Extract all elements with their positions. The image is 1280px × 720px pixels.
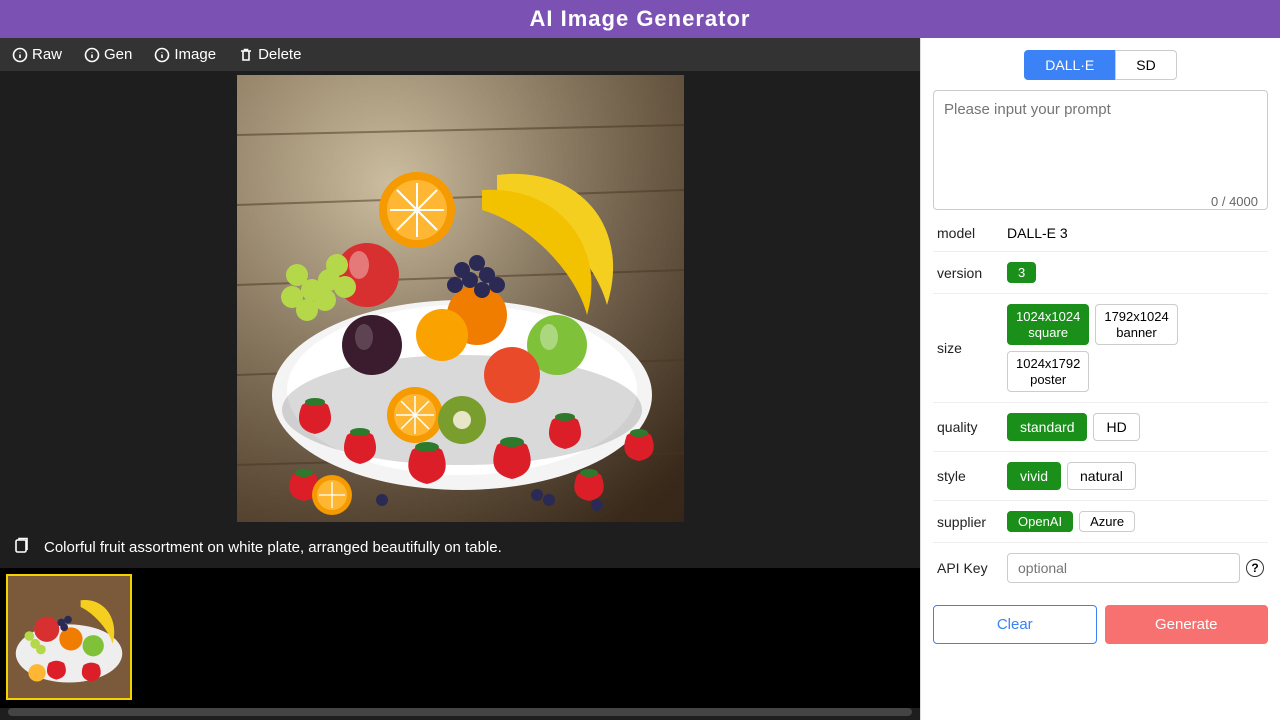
horizontal-scrollbar[interactable] [8,708,912,716]
image-toolbar: Raw Gen Image Delete [0,38,920,71]
supplier-azure[interactable]: Azure [1079,511,1135,532]
size-label: size [937,340,1007,356]
tab-sd[interactable]: SD [1115,50,1176,80]
caption-bar: Colorful fruit assortment on white plate… [0,526,920,568]
info-icon [84,47,100,63]
raw-label: Raw [32,46,62,63]
quality-label: quality [937,419,1007,435]
generate-button[interactable]: Generate [1105,605,1269,644]
generated-image[interactable] [237,75,684,522]
tab-dalle[interactable]: DALL·E [1024,50,1115,80]
image-label: Image [174,46,216,63]
size-option-square[interactable]: 1024x1024square [1007,304,1089,345]
prompt-input[interactable] [933,90,1268,210]
supplier-label: supplier [937,514,1007,530]
delete-button[interactable]: Delete [238,46,301,63]
image-button[interactable]: Image [154,46,216,63]
version-chip[interactable]: 3 [1007,262,1036,283]
thumbnail-1[interactable] [6,574,132,700]
gen-button[interactable]: Gen [84,46,132,63]
copy-icon [12,536,30,554]
trash-icon [238,47,254,63]
version-label: version [937,265,1007,281]
raw-button[interactable]: Raw [12,46,62,63]
thumbnail-strip [0,568,920,708]
style-vivid[interactable]: vivid [1007,462,1061,490]
size-option-poster[interactable]: 1024x1792poster [1007,351,1089,392]
style-natural[interactable]: natural [1067,462,1136,490]
char-count: 0 / 4000 [1211,194,1258,209]
info-icon [12,47,28,63]
copy-button[interactable] [12,536,30,558]
delete-label: Delete [258,46,301,63]
style-label: style [937,468,1007,484]
clear-button[interactable]: Clear [933,605,1097,644]
caption-text: Colorful fruit assortment on white plate… [44,539,502,556]
quality-hd[interactable]: HD [1093,413,1139,441]
model-value: DALL-E 3 [1007,225,1264,241]
quality-standard[interactable]: standard [1007,413,1087,441]
supplier-openai[interactable]: OpenAI [1007,511,1073,532]
left-panel: Raw Gen Image Delete [0,38,920,720]
settings-panel: DALL·E SD 0 / 4000 model DALL-E 3 versio… [920,38,1280,720]
app-header: AI Image Generator [0,0,1280,38]
apikey-input[interactable] [1007,553,1240,583]
apikey-label: API Key [937,560,1007,576]
size-option-banner[interactable]: 1792x1024banner [1095,304,1177,345]
size-options: 1024x1024square 1792x1024banner 1024x179… [1007,304,1264,392]
help-icon[interactable]: ? [1246,559,1264,577]
gen-label: Gen [104,46,132,63]
model-tabs: DALL·E SD [933,50,1268,80]
image-canvas [0,71,920,526]
model-label: model [937,225,1007,241]
info-icon [154,47,170,63]
